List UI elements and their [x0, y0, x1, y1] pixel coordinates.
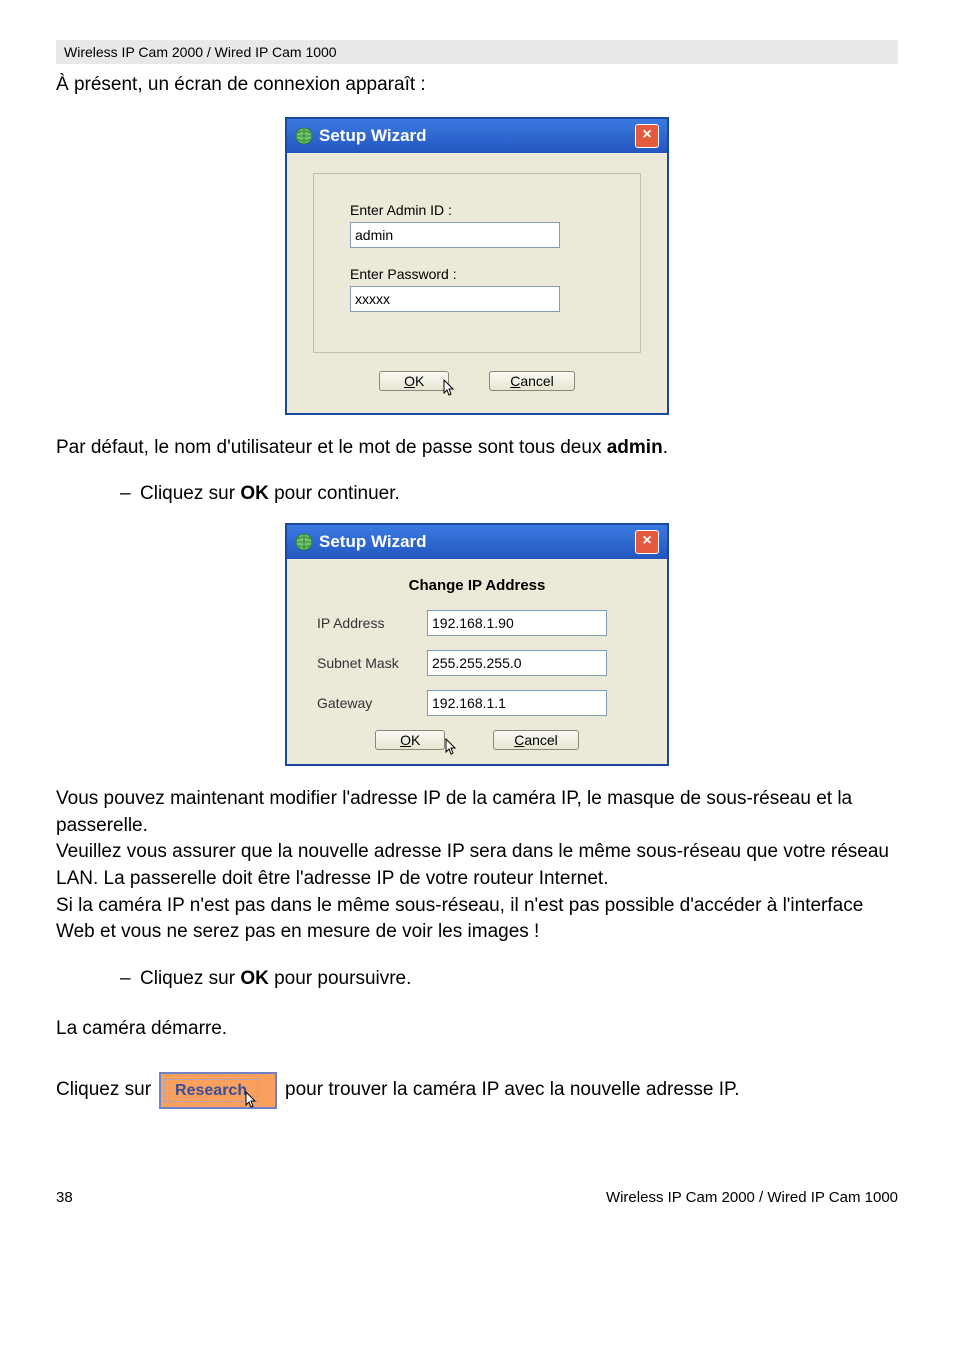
footer-product-line: Wireless IP Cam 2000 / Wired IP Cam 1000 [606, 1189, 898, 1206]
gateway-field[interactable] [427, 690, 607, 716]
click-on-suffix: pour trouver la caméra IP avec la nouvel… [285, 1077, 740, 1104]
close-icon[interactable]: × [635, 124, 659, 148]
globe-icon [295, 533, 313, 551]
dialog1-titlebar: Setup Wizard × [287, 119, 667, 153]
dialog2-titlebar: Setup Wizard × [287, 525, 667, 559]
ip-address-field[interactable] [427, 610, 607, 636]
subnet-mask-label: Subnet Mask [317, 655, 417, 671]
setup-wizard-login-dialog: Setup Wizard × Enter Admin ID : Enter Pa… [285, 117, 669, 415]
research-button-label: Research [175, 1082, 247, 1099]
login-panel: Enter Admin ID : Enter Password : [313, 173, 641, 353]
dialog1-title: Setup Wizard [319, 126, 427, 146]
bullet-click-ok-continue: – Cliquez sur OK pour continuer. [120, 483, 898, 505]
subnet-mask-field[interactable] [427, 650, 607, 676]
cancel-button[interactable]: Cancel [493, 730, 579, 750]
admin-id-label: Enter Admin ID : [350, 202, 618, 218]
same-subnet-text: Veuillez vous assurer que la nouvelle ad… [56, 839, 898, 892]
ok-button[interactable]: OK [375, 730, 445, 750]
warning-subnet-text: Si la caméra IP n'est pas dans le même s… [56, 893, 898, 946]
ok-button[interactable]: OK [379, 371, 449, 391]
bullet-click-ok-proceed: – Cliquez sur OK pour poursuivre. [120, 968, 898, 990]
password-field[interactable] [350, 286, 560, 312]
modify-ip-text: Vous pouvez maintenant modifier l'adress… [56, 786, 898, 839]
page-number: 38 [56, 1189, 73, 1206]
cursor-icon [445, 738, 459, 756]
admin-id-field[interactable] [350, 222, 560, 248]
camera-start-text: La caméra démarre. [56, 1016, 898, 1043]
click-on-prefix: Cliquez sur [56, 1077, 151, 1104]
globe-icon [295, 127, 313, 145]
ip-address-label: IP Address [317, 615, 417, 631]
research-button[interactable]: Research [159, 1072, 277, 1109]
default-credentials-text: Par défaut, le nom d'utilisateur et le m… [56, 435, 898, 462]
intro-line: À présent, un écran de connexion apparaî… [56, 72, 898, 99]
setup-wizard-ip-dialog: Setup Wizard × Change IP Address IP Addr… [285, 523, 669, 766]
header-product-line: Wireless IP Cam 2000 / Wired IP Cam 1000 [56, 40, 898, 64]
dialog2-title: Setup Wizard [319, 532, 427, 552]
gateway-label: Gateway [317, 695, 417, 711]
change-ip-heading: Change IP Address [317, 577, 637, 594]
password-label: Enter Password : [350, 266, 618, 282]
cancel-button[interactable]: Cancel [489, 371, 575, 391]
close-icon[interactable]: × [635, 530, 659, 554]
cursor-icon [245, 1091, 259, 1109]
